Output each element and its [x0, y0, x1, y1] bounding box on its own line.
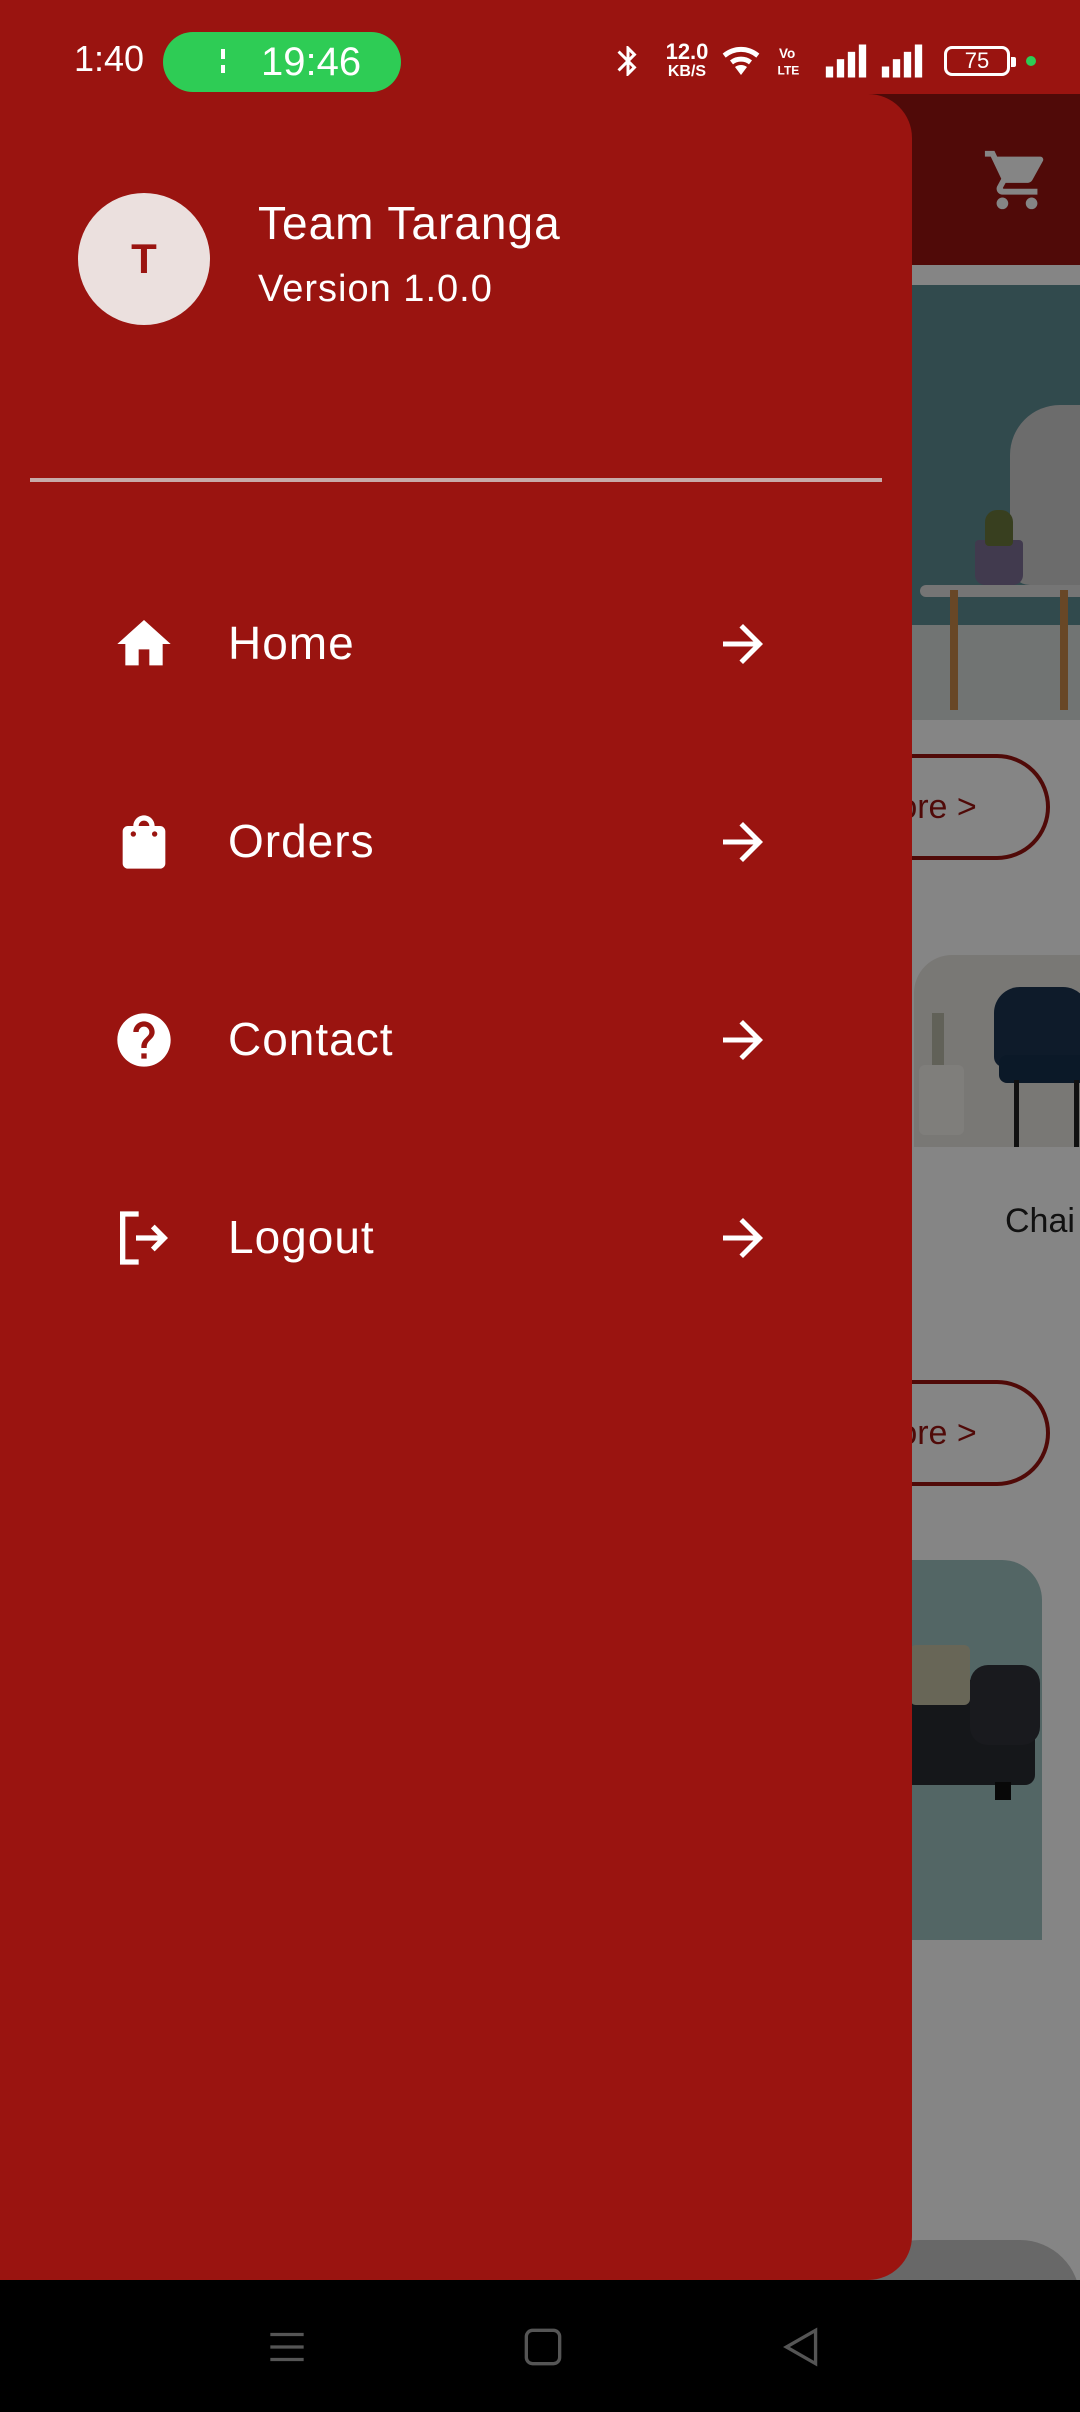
status-icons: 12.0 KB/S Vo LTE 75	[610, 36, 1050, 86]
battery-icon: 75	[944, 46, 1016, 76]
clock: 1:40	[74, 38, 145, 79]
call-timer: 19:46	[261, 40, 362, 84]
bluetooth-icon	[617, 46, 637, 76]
arrow-right-icon	[723, 822, 763, 862]
call-indicator-icon	[221, 49, 225, 73]
wifi-icon	[722, 46, 760, 75]
menu-item-label: Orders	[228, 815, 375, 867]
menu-item-home[interactable]: Home	[0, 564, 912, 724]
privacy-indicator-dot	[1026, 56, 1036, 66]
ongoing-call-pill[interactable]: 19:46	[163, 32, 401, 92]
signal-icon	[825, 44, 867, 78]
status-bar: 1:40 19:46 12.0 KB/S Vo LTE 75	[0, 0, 1080, 94]
signal-icon	[881, 44, 923, 78]
menu-item-label: Home	[228, 617, 355, 669]
menu-item-label: Contact	[228, 1013, 394, 1065]
system-navigation-bar	[0, 2280, 1080, 2412]
svg-text:LTE: LTE	[778, 64, 800, 78]
user-name: Team Taranga	[258, 197, 561, 249]
shopping-bag-icon	[122, 815, 166, 869]
network-speed: 12.0 KB/S	[665, 39, 709, 81]
home-square-icon[interactable]	[518, 2322, 568, 2372]
divider	[30, 478, 882, 482]
logout-icon	[120, 1211, 168, 1265]
menu-item-contact[interactable]: Contact	[0, 960, 912, 1120]
back-triangle-icon[interactable]	[776, 2322, 826, 2372]
arrow-right-icon	[723, 624, 763, 664]
menu-item-orders[interactable]: Orders	[0, 762, 912, 922]
menu-item-logout[interactable]: Logout	[0, 1158, 912, 1318]
arrow-right-icon	[723, 1020, 763, 1060]
menu-item-label: Logout	[228, 1211, 375, 1263]
home-icon	[117, 620, 171, 666]
svg-text:Vo: Vo	[779, 46, 795, 61]
app-version: Version 1.0.0	[258, 268, 493, 310]
help-circle-icon	[117, 1013, 171, 1067]
avatar: T	[78, 193, 210, 325]
arrow-right-icon	[723, 1218, 763, 1258]
menu-icon[interactable]	[262, 2322, 312, 2372]
drawer-header: T Team Taranga Version 1.0.0	[0, 94, 912, 480]
navigation-drawer: T Team Taranga Version 1.0.0 Home Orders	[0, 94, 912, 2280]
volte-icon: Vo LTE	[778, 46, 800, 78]
